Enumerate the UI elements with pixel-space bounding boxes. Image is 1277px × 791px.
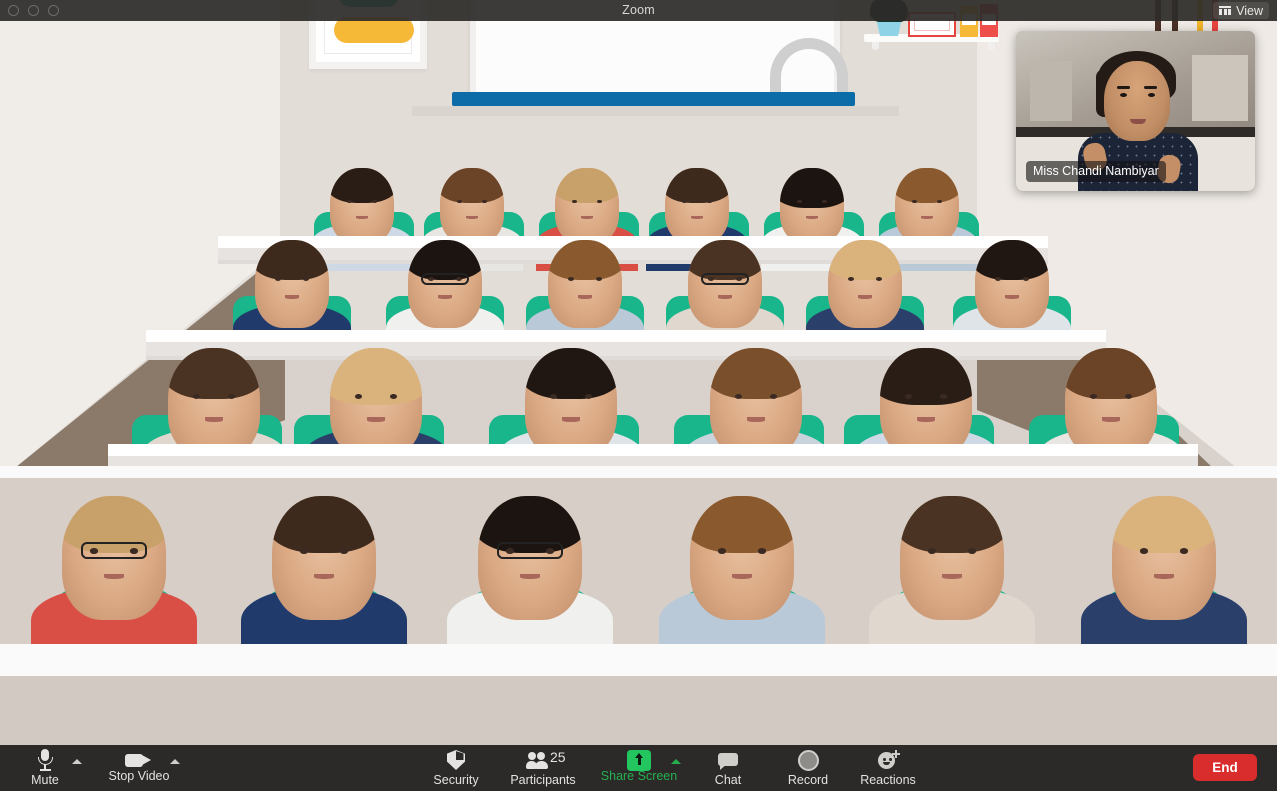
student-hair bbox=[900, 496, 1004, 554]
student-mouth bbox=[103, 574, 125, 580]
student-eye bbox=[967, 548, 976, 554]
people-icon: 25 bbox=[526, 749, 566, 771]
student-face bbox=[1112, 496, 1216, 620]
meeting-toolbar: Mute Stop Video Security 25 Participants bbox=[0, 745, 1277, 791]
student-glasses bbox=[496, 541, 564, 560]
self-view-decor bbox=[1030, 61, 1072, 121]
student-eye bbox=[718, 548, 727, 554]
student-eye bbox=[300, 548, 309, 554]
person-eye bbox=[1148, 93, 1155, 97]
person-head bbox=[1104, 61, 1170, 141]
view-button-label: View bbox=[1236, 3, 1263, 18]
self-view-tile[interactable]: Miss Chandi Nambiyar bbox=[1016, 31, 1255, 191]
student-eye bbox=[928, 548, 937, 554]
student-mouth bbox=[731, 574, 753, 580]
student-eye bbox=[1179, 548, 1188, 554]
reactions-icon bbox=[876, 749, 900, 771]
front-desk bbox=[0, 644, 1277, 676]
student-face bbox=[62, 496, 166, 620]
video-camera-icon bbox=[125, 749, 153, 771]
student-hair bbox=[690, 496, 794, 554]
student-face bbox=[478, 496, 582, 620]
student-glasses bbox=[80, 541, 148, 560]
participants-button[interactable]: 25 Participants bbox=[500, 745, 586, 791]
title-bar: Zoom View bbox=[0, 0, 1277, 21]
share-screen-icon bbox=[627, 749, 651, 771]
student-mouth bbox=[941, 574, 963, 580]
reactions-label: Reactions bbox=[860, 773, 916, 787]
view-button[interactable]: View bbox=[1213, 2, 1269, 19]
stop-video-label: Stop Video bbox=[108, 769, 170, 783]
classroom-floor bbox=[0, 676, 1277, 745]
record-icon bbox=[797, 749, 819, 771]
share-screen-label: Share Screen bbox=[600, 769, 678, 783]
stop-video-chevron-up-icon[interactable] bbox=[170, 759, 180, 764]
person-mouth bbox=[1130, 119, 1146, 124]
shield-icon bbox=[446, 749, 466, 771]
chat-label: Chat bbox=[714, 773, 742, 787]
participants-count: 25 bbox=[550, 749, 566, 765]
student-face bbox=[900, 496, 1004, 620]
microphone-icon bbox=[36, 749, 54, 771]
student-hair bbox=[272, 496, 376, 554]
end-meeting-button[interactable]: End bbox=[1193, 754, 1257, 781]
record-label: Record bbox=[787, 773, 829, 787]
mute-chevron-up-icon[interactable] bbox=[72, 759, 82, 764]
student-eye bbox=[757, 548, 766, 554]
mute-button[interactable]: Mute bbox=[16, 745, 74, 791]
zoom-meeting-window: Miss Chandi Nambiyar Zoom View Mute Stop… bbox=[0, 0, 1277, 791]
chat-button[interactable]: Chat bbox=[702, 745, 754, 791]
mute-label: Mute bbox=[31, 773, 59, 787]
grid-icon bbox=[1219, 5, 1232, 16]
stop-video-button[interactable]: Stop Video bbox=[108, 745, 170, 791]
student-eye bbox=[1140, 548, 1149, 554]
student-face bbox=[272, 496, 376, 620]
person-eye bbox=[1120, 93, 1127, 97]
self-view-name-label: Miss Chandi Nambiyar bbox=[1026, 161, 1166, 182]
person-eyebrow bbox=[1144, 86, 1157, 89]
end-button-label: End bbox=[1212, 760, 1238, 775]
share-screen-chevron-up-icon[interactable] bbox=[671, 759, 681, 764]
student-mouth bbox=[1153, 574, 1175, 580]
student-eye bbox=[339, 548, 348, 554]
student-hair bbox=[1112, 496, 1216, 554]
student-face bbox=[690, 496, 794, 620]
chat-bubble-icon bbox=[717, 749, 739, 771]
student-mouth bbox=[313, 574, 335, 580]
row-separator bbox=[0, 466, 1277, 478]
security-label: Security bbox=[433, 773, 479, 787]
participants-label: Participants bbox=[510, 773, 576, 787]
window-title: Zoom bbox=[622, 3, 655, 17]
student-mouth bbox=[519, 574, 541, 580]
security-button[interactable]: Security bbox=[428, 745, 484, 791]
person-eyebrow bbox=[1117, 86, 1130, 89]
record-button[interactable]: Record bbox=[779, 745, 837, 791]
reactions-button[interactable]: Reactions bbox=[855, 745, 921, 791]
share-screen-button[interactable]: Share Screen bbox=[601, 745, 677, 791]
